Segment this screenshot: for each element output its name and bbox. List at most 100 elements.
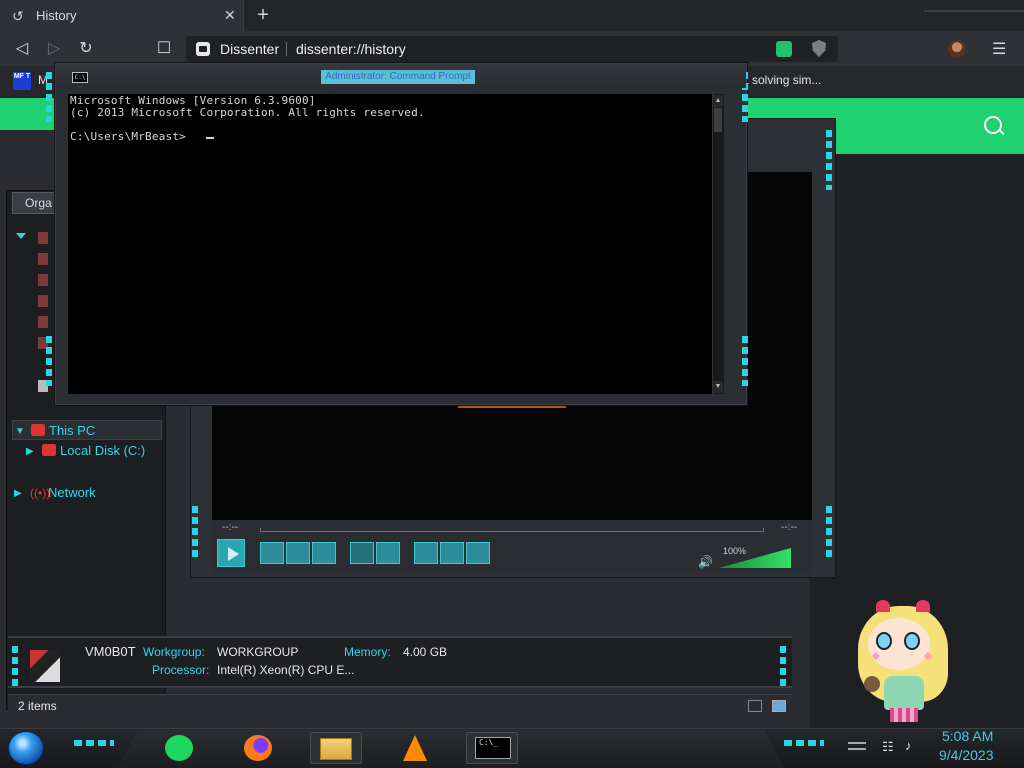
dissenter-extension-icon[interactable] [776, 41, 792, 57]
bookmark-item[interactable]: a solving sim... [742, 73, 821, 87]
menu-icon[interactable]: ☰ [992, 39, 1006, 59]
workgroup-value: WORKGROUP [217, 645, 299, 659]
play-button[interactable] [217, 539, 245, 567]
taskbar-app-vlc[interactable] [388, 732, 440, 764]
folder-icon [38, 232, 48, 244]
address-bar[interactable]: Dissenter dissenter://history [186, 36, 838, 62]
frame-accent [12, 646, 18, 686]
character-dress [884, 676, 924, 710]
history-icon: ↺ [12, 8, 24, 24]
new-tab-button[interactable]: + [252, 4, 274, 26]
computer-name: VM0B0T [85, 644, 136, 659]
character-horn [876, 600, 890, 612]
site-info-icon[interactable] [196, 42, 210, 56]
character-horn [916, 600, 930, 612]
folder-icon [38, 316, 48, 328]
nav-label: Local Disk (C:) [60, 443, 146, 458]
shield-icon[interactable] [812, 40, 826, 57]
folder-icon [38, 274, 48, 286]
taskbar-app-file-explorer[interactable] [310, 732, 362, 764]
next-icon[interactable] [312, 542, 336, 564]
extended-settings-icon[interactable] [376, 542, 400, 564]
search-icon[interactable] [984, 116, 1002, 134]
volume-icon[interactable]: 🔊 [698, 555, 713, 569]
window-frame-decoration [924, 0, 1024, 12]
back-icon[interactable]: ◁ [12, 39, 32, 59]
computer-thumbnail [30, 650, 60, 682]
desktop-character-sticker [854, 600, 954, 724]
console-prompt: C:\Users\MrBeast> [70, 130, 186, 143]
profile-avatar[interactable] [948, 40, 966, 58]
start-button[interactable] [8, 731, 44, 765]
character-legs [890, 708, 918, 722]
processor-value: Intel(R) Xeon(R) CPU E... [217, 663, 355, 677]
elapsed-time: --:-- [222, 522, 239, 533]
bookmark-favicon[interactable]: MF T [13, 72, 31, 90]
clock-date[interactable]: 9/4/2023 [939, 747, 994, 763]
console-icon: C:\_ [475, 737, 511, 759]
frame-accent [826, 130, 832, 190]
scroll-up-icon[interactable]: ▲ [713, 95, 723, 107]
console-icon[interactable]: C:\ [72, 72, 88, 83]
expand-icon[interactable]: ▼ [15, 426, 25, 437]
large-icons-view-icon[interactable] [772, 700, 786, 712]
stop-icon[interactable] [286, 542, 310, 564]
volume-icon[interactable]: ♪ [905, 738, 912, 753]
playlist-icon[interactable] [414, 542, 438, 564]
console-line: (c) 2013 Microsoft Corporation. All righ… [70, 106, 425, 119]
computer-icon [31, 424, 45, 436]
frame-accent [826, 506, 832, 560]
scroll-down-icon[interactable]: ▼ [713, 381, 723, 393]
spotify-icon [165, 735, 193, 761]
clock-time[interactable]: 5:08 AM [942, 728, 993, 744]
taskbar-app-spotify[interactable] [154, 732, 206, 764]
expand-icon[interactable] [16, 233, 26, 239]
forward-icon[interactable]: ▷ [44, 39, 64, 59]
seek-bar[interactable] [260, 528, 764, 532]
frame-accent [46, 336, 52, 386]
url-text[interactable]: dissenter://history [296, 41, 406, 57]
folder-icon [38, 253, 48, 265]
workgroup-label: Workgroup: [143, 645, 205, 659]
taskbar-app-command-prompt[interactable]: C:\_ [466, 732, 518, 764]
taskbar-accent [784, 740, 824, 746]
shuffle-icon[interactable] [466, 542, 490, 564]
site-name: Dissenter [220, 41, 280, 57]
taskbar-dock [118, 730, 784, 768]
address-separator [286, 42, 287, 56]
volume-percent: 100% [723, 546, 747, 556]
total-time: --:-- [781, 522, 798, 533]
bookmark-icon[interactable]: ☐ [154, 39, 174, 59]
tab-history[interactable]: ↺ History ✕ [0, 0, 244, 32]
tab-title: History [36, 8, 77, 23]
item-count: 2 items [18, 699, 57, 713]
previous-icon[interactable] [260, 542, 284, 564]
network-icon[interactable]: ☷ [882, 739, 894, 755]
firefox-icon [244, 735, 272, 761]
nav-this-pc[interactable]: ▼ This PC [12, 420, 162, 440]
frame-accent [192, 506, 198, 560]
scroll-thumb[interactable] [714, 108, 722, 132]
folder-icon [320, 738, 352, 760]
expand-icon[interactable]: ▶ [14, 488, 22, 499]
scrollbar[interactable] [712, 94, 724, 394]
frame-accent [780, 646, 786, 686]
window-title: Administrator: Command Prompt [321, 70, 475, 84]
frame-accent [742, 336, 748, 386]
frame-accent [46, 72, 52, 122]
close-icon[interactable]: ✕ [224, 7, 236, 24]
text-cursor [206, 137, 214, 139]
reload-icon[interactable]: ↻ [76, 39, 96, 59]
status-bar [8, 694, 792, 722]
taskbar-app-firefox[interactable] [232, 732, 284, 764]
loop-icon[interactable] [440, 542, 464, 564]
show-hidden-icons-icon[interactable] [848, 742, 866, 750]
details-view-icon[interactable] [748, 700, 762, 712]
fullscreen-icon[interactable] [350, 542, 374, 564]
vlc-cone-icon [403, 735, 427, 761]
taskbar-accent [74, 740, 114, 746]
memory-label: Memory: [344, 645, 391, 659]
folder-icon [38, 295, 48, 307]
expand-icon[interactable]: ▶ [26, 446, 34, 457]
character-eye [876, 632, 892, 650]
